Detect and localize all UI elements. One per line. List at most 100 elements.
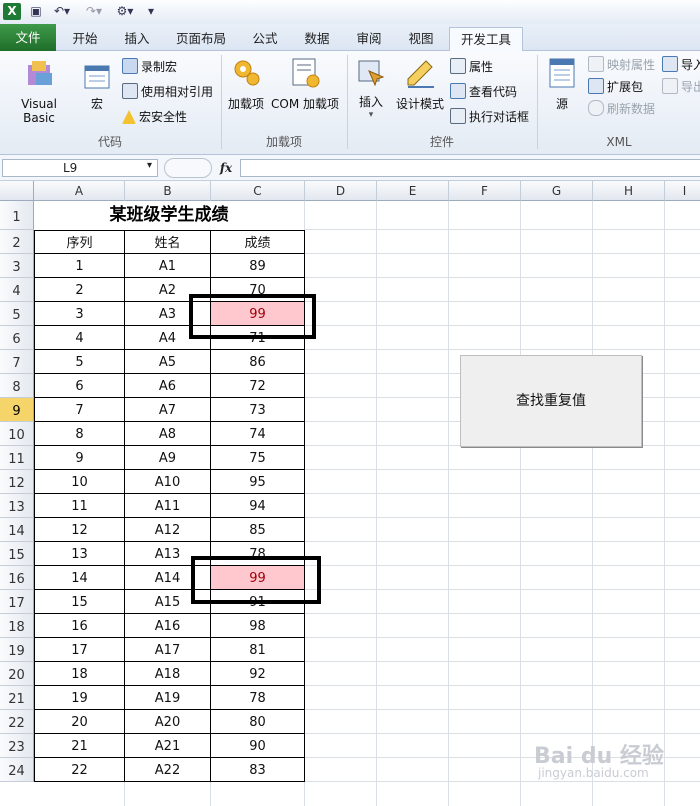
- cell-score[interactable]: 90: [211, 734, 305, 758]
- row-header[interactable]: 18: [0, 614, 34, 638]
- customize-tool-icon[interactable]: ⚙▾: [113, 3, 137, 20]
- column-header[interactable]: H: [593, 181, 665, 201]
- tab-formulas[interactable]: 公式: [244, 27, 286, 51]
- tab-developer[interactable]: 开发工具: [449, 27, 523, 53]
- cell-sequence[interactable]: 1: [34, 254, 125, 278]
- properties-button[interactable]: 属性: [450, 57, 493, 77]
- row-header[interactable]: 3: [0, 254, 34, 278]
- visual-basic-button[interactable]: Visual Basic: [4, 57, 74, 125]
- cell-name[interactable]: A7: [125, 398, 211, 422]
- column-header[interactable]: F: [449, 181, 521, 201]
- cell-sequence[interactable]: 13: [34, 542, 125, 566]
- cell-score[interactable]: 78: [211, 686, 305, 710]
- cell-sequence[interactable]: 18: [34, 662, 125, 686]
- run-dialog-button[interactable]: 执行对话框: [450, 107, 529, 127]
- cell-sequence[interactable]: 2: [34, 278, 125, 302]
- cell-sequence[interactable]: 9: [34, 446, 125, 470]
- cell-score[interactable]: 74: [211, 422, 305, 446]
- cell-name[interactable]: A1: [125, 254, 211, 278]
- cell-sequence[interactable]: 11: [34, 494, 125, 518]
- cell-score[interactable]: 95: [211, 470, 305, 494]
- qat-menu-icon[interactable]: ▾: [146, 3, 156, 20]
- cell-name[interactable]: A18: [125, 662, 211, 686]
- cell-name[interactable]: A6: [125, 374, 211, 398]
- tab-review[interactable]: 审阅: [348, 27, 390, 51]
- cell-sequence[interactable]: 21: [34, 734, 125, 758]
- column-header[interactable]: I: [665, 181, 700, 201]
- column-header[interactable]: E: [377, 181, 449, 201]
- formula-input[interactable]: [240, 159, 700, 177]
- column-header[interactable]: B: [125, 181, 211, 201]
- cell-name[interactable]: A22: [125, 758, 211, 782]
- map-properties-button[interactable]: 映射属性: [588, 55, 655, 75]
- column-header[interactable]: A: [34, 181, 125, 201]
- cell-sequence[interactable]: 3: [34, 302, 125, 326]
- cell-sequence[interactable]: 10: [34, 470, 125, 494]
- cell-name[interactable]: A8: [125, 422, 211, 446]
- cell-score[interactable]: 80: [211, 710, 305, 734]
- row-header[interactable]: 13: [0, 494, 34, 518]
- row-header[interactable]: 11: [0, 446, 34, 470]
- row-header[interactable]: 6: [0, 326, 34, 350]
- xml-source-button[interactable]: 源: [544, 57, 580, 112]
- row-header[interactable]: 12: [0, 470, 34, 494]
- cell-score[interactable]: 94: [211, 494, 305, 518]
- undo-icon[interactable]: ↶▾: [52, 3, 72, 20]
- cell-sequence[interactable]: 7: [34, 398, 125, 422]
- save-icon[interactable]: ▣: [28, 3, 44, 20]
- com-addins-button[interactable]: COM 加载项: [268, 57, 342, 112]
- row-header[interactable]: 2: [0, 230, 34, 254]
- tab-file[interactable]: 文件: [0, 24, 56, 51]
- find-duplicates-button[interactable]: 查找重复值: [460, 355, 642, 447]
- insert-function-icon[interactable]: fx: [214, 158, 238, 178]
- row-header[interactable]: 23: [0, 734, 34, 758]
- row-header[interactable]: 20: [0, 662, 34, 686]
- cell-name[interactable]: A17: [125, 638, 211, 662]
- cell-name[interactable]: A11: [125, 494, 211, 518]
- row-header[interactable]: 4: [0, 278, 34, 302]
- row-header[interactable]: 21: [0, 686, 34, 710]
- cell-sequence[interactable]: 17: [34, 638, 125, 662]
- row-header[interactable]: 9: [0, 398, 34, 422]
- row-header[interactable]: 16: [0, 566, 34, 590]
- xml-import-button[interactable]: 导入: [662, 55, 700, 75]
- column-header[interactable]: C: [211, 181, 305, 201]
- cell-name[interactable]: A5: [125, 350, 211, 374]
- row-header[interactable]: 22: [0, 710, 34, 734]
- tab-view[interactable]: 视图: [400, 27, 442, 51]
- expansion-pack-button[interactable]: 扩展包: [588, 77, 643, 97]
- name-box[interactable]: L9 ▾: [2, 159, 158, 177]
- formula-bar-expander[interactable]: [164, 158, 212, 178]
- cell-sequence[interactable]: 8: [34, 422, 125, 446]
- cell-sequence[interactable]: 12: [34, 518, 125, 542]
- row-header[interactable]: 14: [0, 518, 34, 542]
- row-header[interactable]: 17: [0, 590, 34, 614]
- column-header[interactable]: D: [305, 181, 377, 201]
- insert-control-button[interactable]: 插入 ▾: [352, 57, 390, 120]
- cell-score[interactable]: 89: [211, 254, 305, 278]
- cell-name[interactable]: A20: [125, 710, 211, 734]
- table-header-cell[interactable]: 序列: [34, 230, 125, 254]
- cell-sequence[interactable]: 22: [34, 758, 125, 782]
- tab-home[interactable]: 开始: [64, 27, 106, 51]
- row-header[interactable]: 19: [0, 638, 34, 662]
- row-header[interactable]: 10: [0, 422, 34, 446]
- chevron-down-icon[interactable]: ▾: [147, 160, 152, 171]
- cell-score[interactable]: 72: [211, 374, 305, 398]
- design-mode-button[interactable]: 设计模式: [394, 57, 446, 112]
- cell-sequence[interactable]: 14: [34, 566, 125, 590]
- row-header[interactable]: 15: [0, 542, 34, 566]
- tab-insert[interactable]: 插入: [116, 27, 158, 51]
- cell-sequence[interactable]: 20: [34, 710, 125, 734]
- refresh-data-button[interactable]: 刷新数据: [588, 99, 655, 119]
- tab-data[interactable]: 数据: [296, 27, 338, 51]
- cell-sequence[interactable]: 19: [34, 686, 125, 710]
- cell-score[interactable]: 73: [211, 398, 305, 422]
- view-code-button[interactable]: 查看代码: [450, 82, 517, 102]
- cell-score[interactable]: 81: [211, 638, 305, 662]
- row-header[interactable]: 24: [0, 758, 34, 782]
- redo-icon[interactable]: ↷▾: [84, 3, 104, 20]
- cell-score[interactable]: 85: [211, 518, 305, 542]
- cell-sequence[interactable]: 5: [34, 350, 125, 374]
- column-header[interactable]: G: [521, 181, 593, 201]
